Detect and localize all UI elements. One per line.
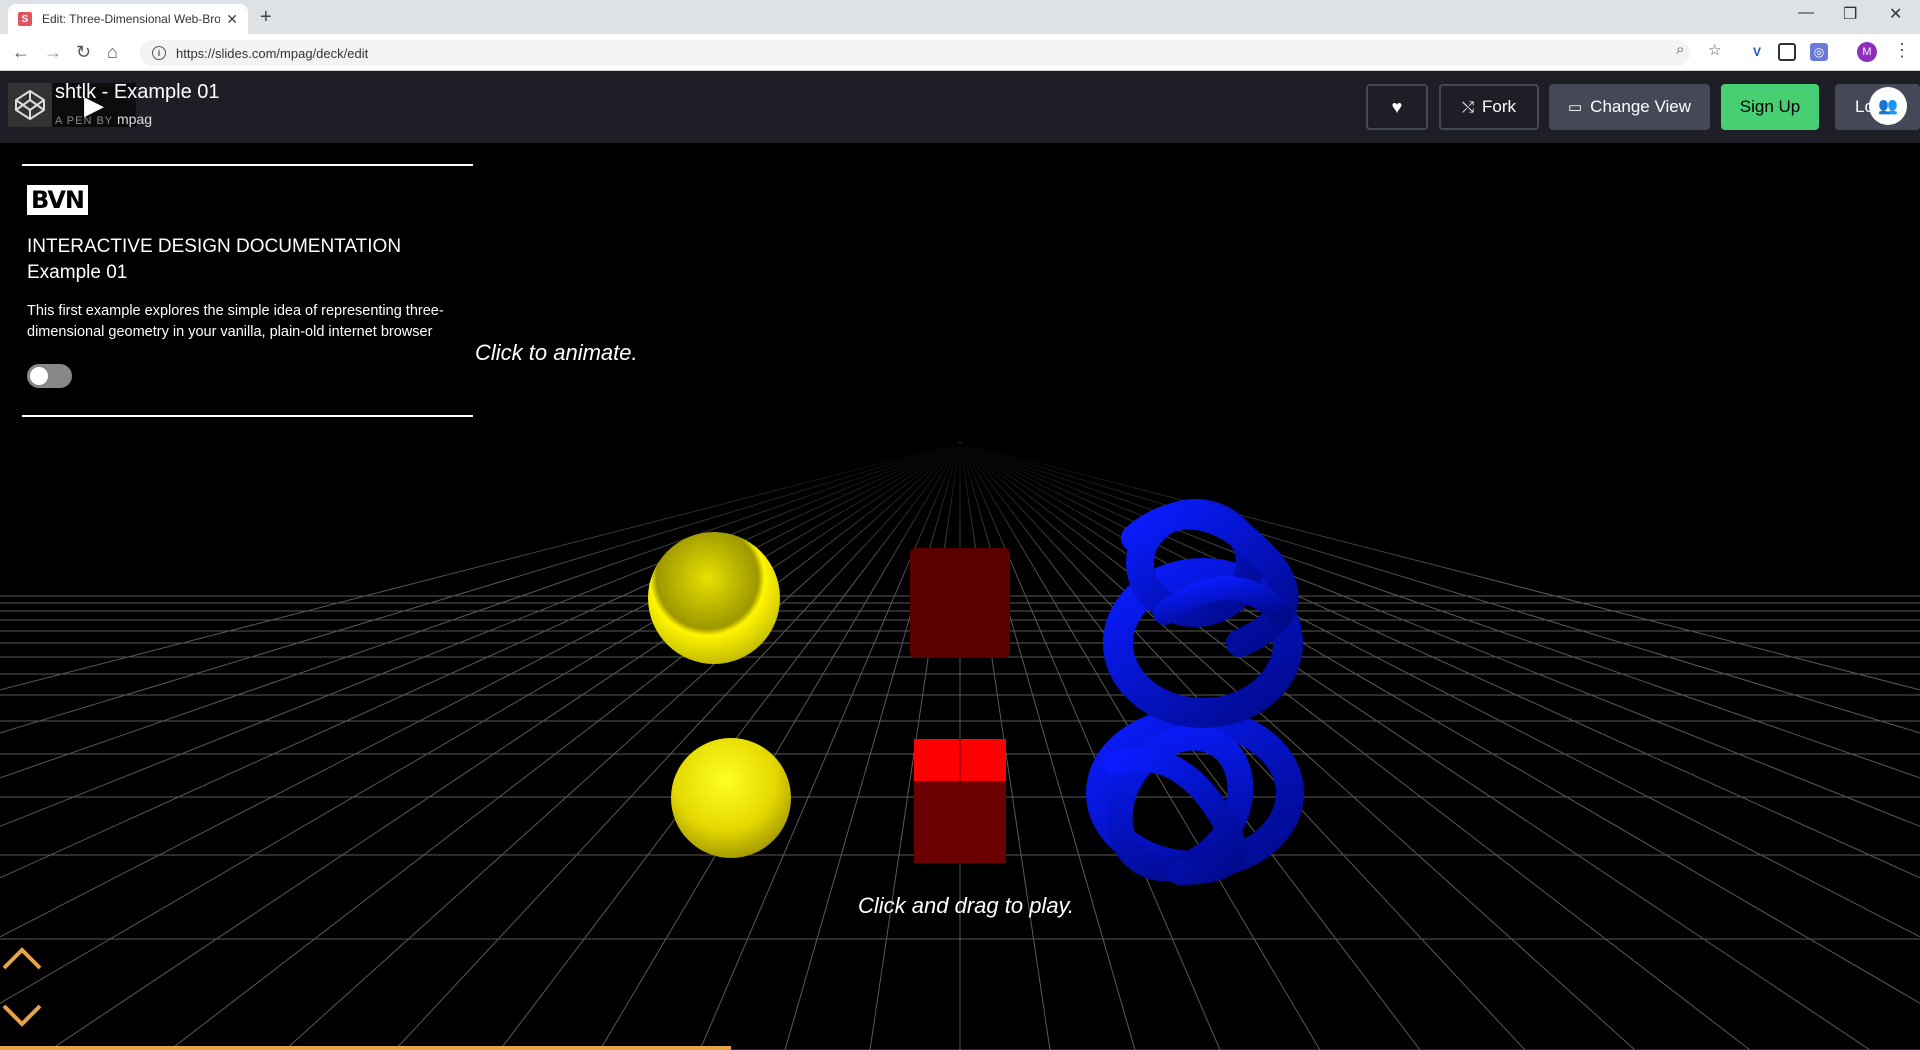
cube-reflection-side (914, 781, 1006, 863)
reload-icon[interactable]: ↻ (76, 42, 91, 63)
drag-hint: Click and drag to play. (858, 893, 1075, 918)
back-icon[interactable]: ← (12, 42, 30, 63)
menu-icon[interactable]: ⋮ (1893, 40, 1911, 61)
panel-heading-title: INTERACTIVE DESIGN DOCUMENTATION (27, 236, 402, 257)
heart-icon: ♥ (1391, 96, 1403, 117)
animate-toggle[interactable] (27, 364, 72, 388)
sign-up-label: Sign Up (1739, 97, 1801, 116)
site-info-icon[interactable]: i (152, 46, 166, 60)
panel-heading: INTERACTIVE DESIGN DOCUMENTATION Example… (27, 234, 401, 286)
panel-description: This first example explores the simple i… (27, 303, 444, 340)
browser-tab-bar: S Edit: Three-Dimensional Web-Bro ✕ + — … (0, 0, 1920, 34)
webgl-scene[interactable]: BVN INTERACTIVE DESIGN DOCUMENTATION Exa… (0, 143, 1920, 1050)
url-text[interactable]: https://slides.com/mpag/deck/edit (176, 46, 368, 61)
close-window-button[interactable]: ✕ (1889, 4, 1902, 24)
author-link[interactable]: mpag (117, 111, 152, 127)
sign-up-button[interactable]: Sign Up (1721, 84, 1819, 130)
change-view-button[interactable]: ▭ Change View (1549, 84, 1710, 130)
collab-icon[interactable]: 👥 (1869, 87, 1907, 125)
new-tab-button[interactable]: + (260, 6, 272, 29)
slides-favicon-icon: S (18, 12, 32, 26)
tab-title: Edit: Three-Dimensional Web-Bro (42, 12, 220, 26)
restore-button[interactable]: ❐ (1843, 4, 1857, 24)
reflection-row (671, 707, 1304, 885)
panel-top-rule (22, 164, 473, 166)
codepen-logo-icon[interactable] (8, 83, 52, 127)
browser-tab[interactable]: S Edit: Three-Dimensional Web-Bro ✕ (8, 4, 248, 34)
yellow-sphere[interactable] (648, 532, 780, 664)
zoom-icon[interactable]: ⌕ (1676, 41, 1684, 58)
fork-button[interactable]: ⤭ Fork (1439, 84, 1539, 130)
chevron-up-icon[interactable] (0, 944, 44, 972)
star-icon[interactable]: ☆ (1708, 41, 1721, 59)
extension-icon[interactable]: ◎ (1810, 43, 1828, 61)
fork-label: Fork (1482, 97, 1516, 116)
sphere-reflection (671, 738, 791, 858)
minimize-button[interactable]: — (1798, 4, 1814, 22)
browser-toolbar: ← → ↻ ⌂ i https://slides.com/mpag/deck/e… (0, 34, 1920, 71)
tab-close-icon[interactable]: ✕ (226, 11, 238, 28)
codepen-header: ▶ shtlk - Example 01 A PEN BY mpag ♥ ⤭ F… (0, 71, 1920, 143)
chevron-down-icon[interactable] (0, 1002, 44, 1030)
pen-author: A PEN BY mpag (55, 111, 152, 127)
address-bar[interactable]: i https://slides.com/mpag/deck/edit (140, 40, 1690, 66)
knot-reflection (1086, 707, 1304, 885)
bvn-logo: BVN (27, 185, 88, 215)
home-icon[interactable]: ⌂ (107, 42, 118, 63)
panel-bottom-rule (22, 415, 473, 417)
view-icon: ▭ (1567, 99, 1583, 116)
extension-screenshot-icon[interactable] (1778, 43, 1796, 61)
animate-hint: Click to animate. (475, 340, 638, 365)
author-prefix: A PEN BY (55, 115, 113, 127)
forward-icon[interactable]: → (44, 42, 62, 63)
red-cube[interactable] (910, 548, 1010, 658)
extension-v-icon[interactable]: V (1748, 43, 1766, 61)
heart-button[interactable]: ♥ (1366, 84, 1428, 130)
profile-avatar[interactable]: M (1857, 42, 1877, 62)
pen-title: shtlk - Example 01 (55, 81, 220, 103)
change-view-label: Change View (1590, 97, 1691, 116)
slide-progress-bar (0, 1046, 731, 1050)
panel-heading-subtitle: Example 01 (27, 262, 128, 283)
fork-icon: ⤭ (1461, 98, 1474, 116)
toggle-knob (30, 367, 48, 385)
